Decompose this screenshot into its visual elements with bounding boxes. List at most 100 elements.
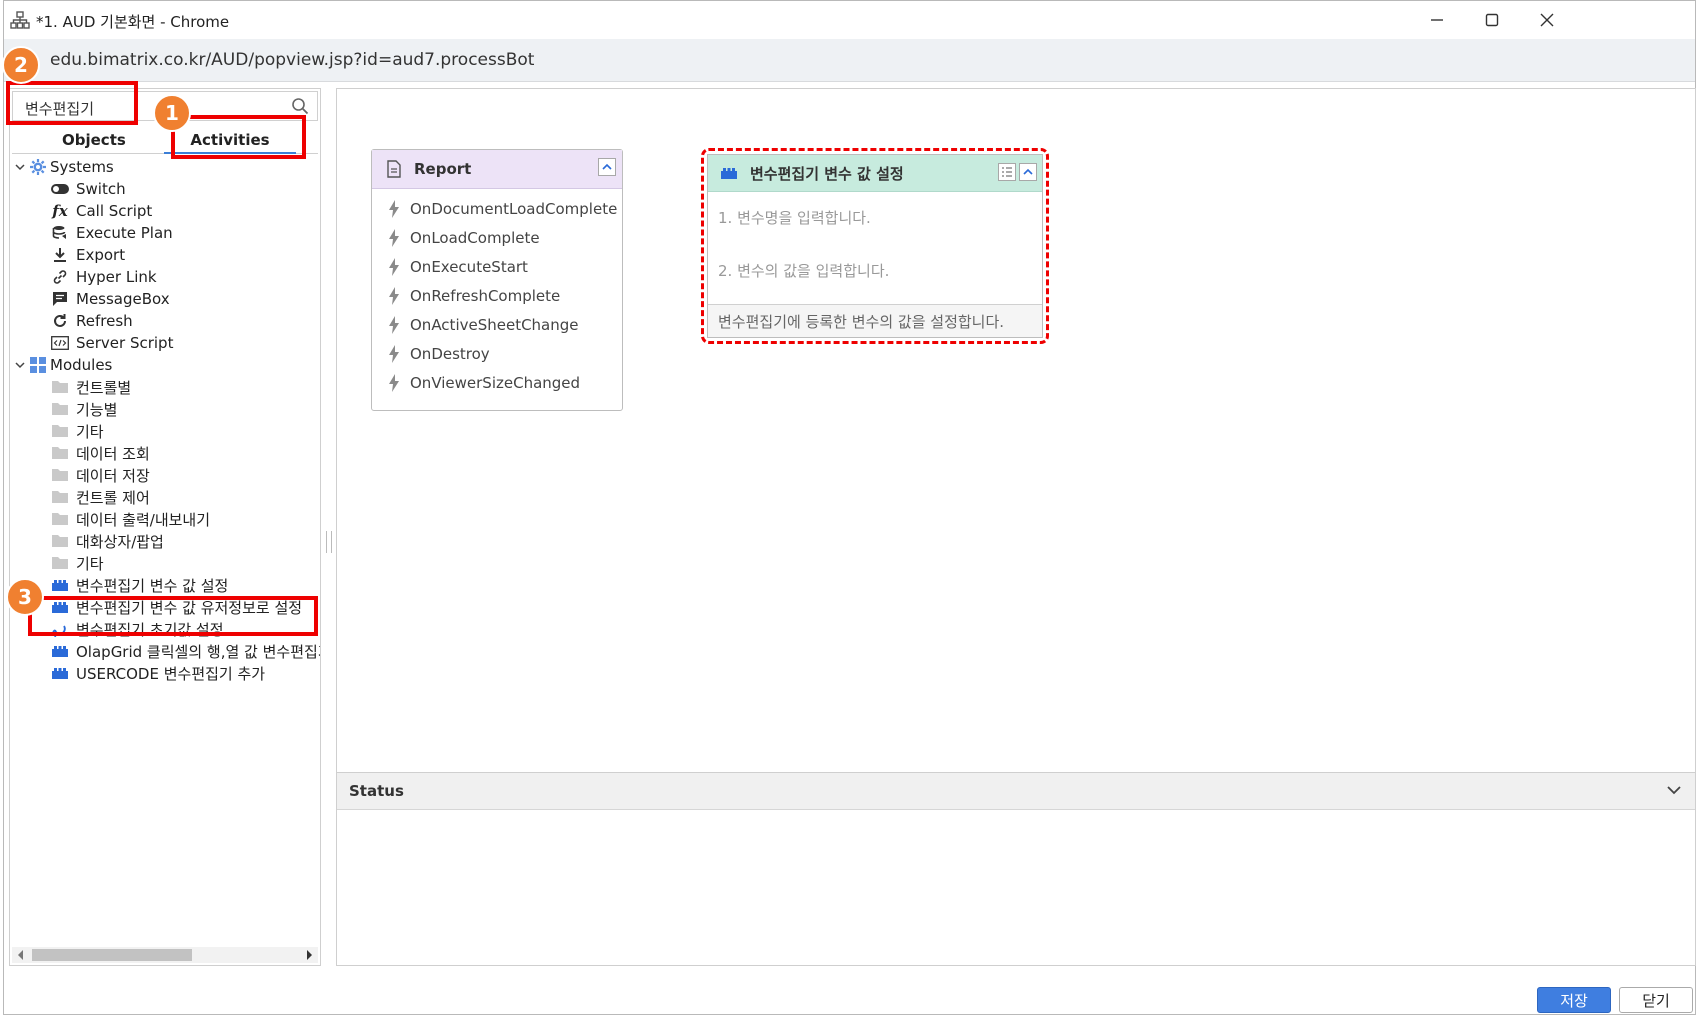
- close-window-button[interactable]: [1527, 7, 1567, 33]
- tree-item-label: OlapGrid 클릭셀의 행,열 값 변수편집기: [76, 642, 320, 661]
- tree-item-label: 컨트롤 제어: [76, 488, 150, 507]
- folder-icon: [50, 466, 70, 484]
- scroll-thumb[interactable]: [32, 949, 192, 961]
- module-block-icon: [50, 664, 70, 682]
- tree-item-olapgrid[interactable]: OlapGrid 클릭셀의 행,열 값 변수편집기: [50, 639, 320, 663]
- event-item[interactable]: OnViewerSizeChanged: [372, 368, 622, 397]
- code-icon: [50, 334, 70, 352]
- tree-folder[interactable]: 기타: [50, 419, 104, 443]
- chevron-down-icon[interactable]: [14, 161, 26, 173]
- tree-item-label: USERCODE 변수편집기 추가: [76, 664, 266, 683]
- chevron-up-icon: [602, 163, 612, 170]
- function-icon: fx: [52, 202, 68, 220]
- tree-item-messagebox[interactable]: MessageBox: [50, 287, 170, 311]
- properties-button[interactable]: [998, 163, 1016, 181]
- module-block-icon: [50, 576, 70, 594]
- event-label: OnDestroy: [410, 344, 490, 363]
- tree-folder[interactable]: 대화상자/팝업: [50, 529, 164, 553]
- event-label: OnRefreshComplete: [410, 286, 561, 305]
- variable-set-node[interactable]: 변수편집기 변수 값 설정 1. 변수명을 입력합니다. 2. 변수의 값을 입…: [701, 148, 1049, 344]
- scroll-right-icon[interactable]: [304, 949, 314, 961]
- chevron-down-icon[interactable]: [1665, 781, 1683, 799]
- step-badge-1: 1: [153, 94, 191, 132]
- step-badge-2: 2: [2, 46, 40, 84]
- tree-item-call-script[interactable]: fx Call Script: [50, 199, 152, 223]
- event-item[interactable]: OnLoadComplete: [372, 223, 622, 252]
- tree-item-label: 데이터 조회: [76, 444, 150, 463]
- tree-item-switch[interactable]: Switch: [50, 177, 126, 201]
- event-item[interactable]: OnDestroy: [372, 339, 622, 368]
- bolt-icon: [389, 286, 399, 305]
- folder-icon: [50, 378, 70, 396]
- event-label: OnLoadComplete: [410, 228, 540, 247]
- gear-icon: [28, 158, 48, 176]
- toggle-icon: [50, 180, 70, 198]
- collapse-button[interactable]: [1019, 163, 1037, 181]
- tree-item-label: 기타: [76, 554, 104, 573]
- tree-folder[interactable]: 컨트롤별: [50, 375, 131, 399]
- variable-node-header[interactable]: 변수편집기 변수 값 설정: [708, 155, 1042, 192]
- status-header[interactable]: Status: [337, 773, 1695, 810]
- maximize-icon: [1485, 13, 1499, 27]
- link-icon: [50, 268, 70, 286]
- variable-node-description: 변수편집기에 등록한 변수의 값을 설정합니다.: [708, 304, 1042, 337]
- status-panel: Status: [337, 772, 1695, 966]
- tree-item-execute-plan[interactable]: Execute Plan: [50, 221, 173, 245]
- tree-item-server-script[interactable]: Server Script: [50, 331, 173, 355]
- event-item[interactable]: OnExecuteStart: [372, 252, 622, 281]
- variable-value-hint[interactable]: 2. 변수의 값을 입력합니다.: [718, 260, 889, 281]
- event-item[interactable]: OnDocumentLoadComplete: [372, 194, 622, 223]
- folder-icon: [50, 488, 70, 506]
- variable-name-hint[interactable]: 1. 변수명을 입력합니다.: [718, 207, 871, 228]
- refresh-icon: [50, 312, 70, 330]
- bolt-icon: [389, 199, 399, 218]
- maximize-button[interactable]: [1472, 7, 1512, 33]
- tree-item-label: 컨트롤별: [76, 378, 132, 397]
- tree-folder[interactable]: 데이터 조회: [50, 441, 150, 465]
- highlight-box-tree-item: [28, 596, 318, 636]
- search-icon[interactable]: [291, 97, 309, 115]
- tree-item-label: Refresh: [76, 312, 133, 330]
- module-block-icon: [721, 168, 737, 179]
- close-icon: [1540, 13, 1554, 27]
- tree-item-refresh[interactable]: Refresh: [50, 309, 133, 333]
- bolt-icon: [389, 315, 399, 334]
- close-button[interactable]: 닫기: [1619, 987, 1693, 1013]
- event-item[interactable]: OnRefreshComplete: [372, 281, 622, 310]
- minimize-icon: [1431, 19, 1443, 21]
- tree-item-variable-set[interactable]: 변수편집기 변수 값 설정: [50, 573, 228, 597]
- tree-folder[interactable]: 데이터 출력/내보내기: [50, 507, 210, 531]
- tree-folder[interactable]: 기능별: [50, 397, 117, 421]
- document-icon: [387, 160, 401, 178]
- chevron-down-icon[interactable]: [14, 359, 26, 371]
- minimize-button[interactable]: [1417, 7, 1457, 33]
- tree-item-usercode[interactable]: USERCODE 변수편집기 추가: [50, 661, 265, 685]
- tree-item-label: Hyper Link: [76, 268, 157, 286]
- tree-item-systems[interactable]: Systems: [14, 155, 114, 179]
- tree-folder[interactable]: 기타: [50, 551, 104, 575]
- panel-splitter[interactable]: [326, 531, 332, 553]
- report-node-header[interactable]: Report: [372, 150, 622, 189]
- folder-icon: [50, 400, 70, 418]
- tab-objects[interactable]: Objects: [62, 131, 126, 149]
- horizontal-scrollbar[interactable]: [12, 947, 318, 963]
- tree-item-export[interactable]: Export: [50, 243, 125, 267]
- bolt-icon: [389, 257, 399, 276]
- scroll-left-icon[interactable]: [16, 949, 26, 961]
- tree-folder[interactable]: 데이터 저장: [50, 463, 150, 487]
- tree-item-label: Modules: [50, 356, 113, 374]
- event-item[interactable]: OnActiveSheetChange: [372, 310, 622, 339]
- tree-folder[interactable]: 컨트롤 제어: [50, 485, 150, 509]
- variable-node-title: 변수편집기 변수 값 설정: [750, 164, 904, 183]
- tree-item-hyper-link[interactable]: Hyper Link: [50, 265, 157, 289]
- flow-canvas: Report OnDocumentLoadComplete OnLoadComp…: [336, 88, 1696, 966]
- collapse-button[interactable]: [598, 158, 616, 176]
- report-node[interactable]: Report OnDocumentLoadComplete OnLoadComp…: [371, 149, 623, 411]
- tree-item-label: Execute Plan: [76, 224, 173, 242]
- url-text[interactable]: edu.bimatrix.co.kr/AUD/popview.jsp?id=au…: [50, 50, 534, 70]
- folder-icon: [50, 554, 70, 572]
- tree-item-modules[interactable]: Modules: [14, 353, 112, 377]
- variable-set-node-body[interactable]: 변수편집기 변수 값 설정 1. 변수명을 입력합니다. 2. 변수의 값을 입…: [707, 154, 1043, 338]
- save-button[interactable]: 저장: [1537, 987, 1611, 1013]
- event-label: OnDocumentLoadComplete: [410, 199, 618, 218]
